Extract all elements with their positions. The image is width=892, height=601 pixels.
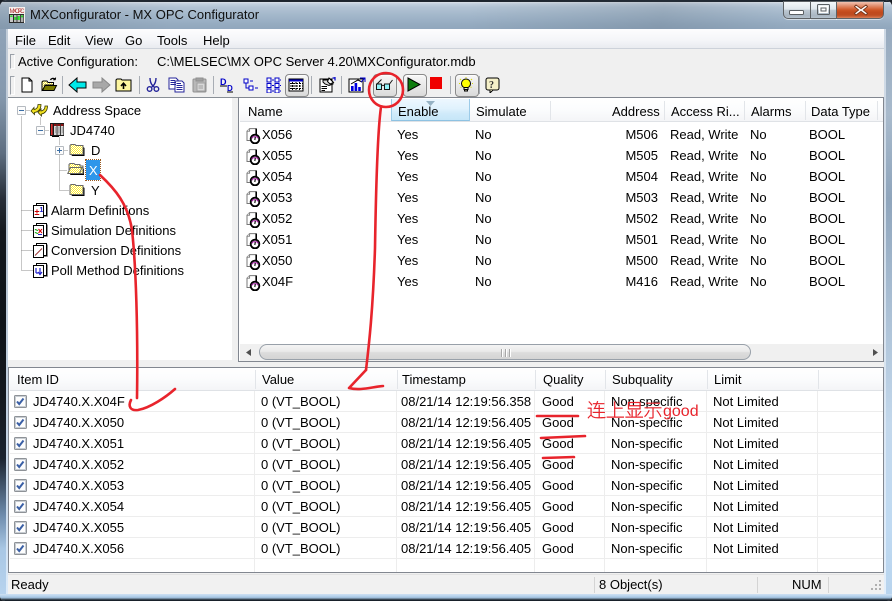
svg-text:1: 1 (40, 207, 44, 214)
svg-text:?: ? (489, 80, 494, 91)
